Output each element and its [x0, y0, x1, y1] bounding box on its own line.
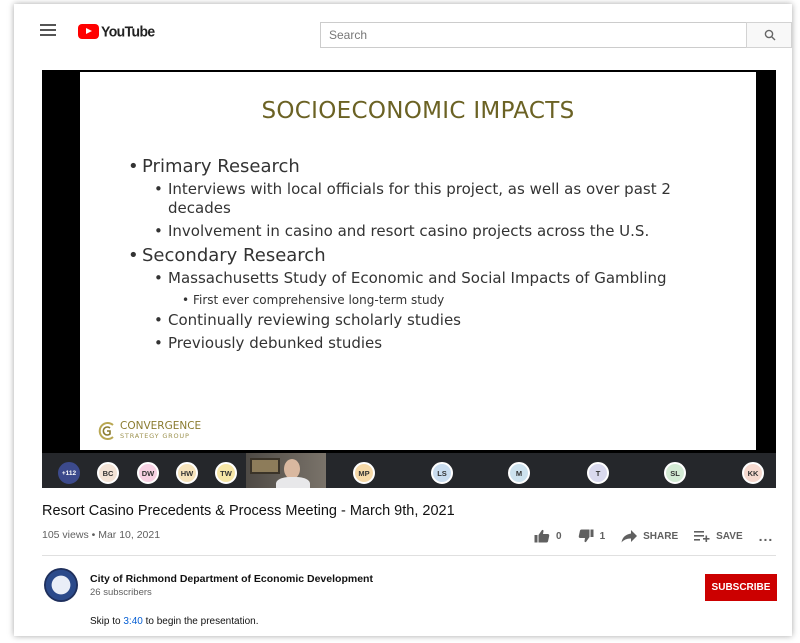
like-button[interactable]: 0 [534, 529, 562, 543]
slide-bullet-level1: • Secondary Research [128, 245, 738, 266]
bullet-text: Previously debunked studies [168, 334, 383, 352]
participant-strip: +112 BC DW HW TW MP LS M T SL KK [42, 453, 776, 488]
slide-bullet-level1: • Primary Research [128, 156, 738, 177]
slide-bullet-level3: • First ever comprehensive long-term stud… [128, 292, 738, 308]
share-label: SHARE [643, 530, 679, 542]
dislike-button[interactable]: 1 [578, 529, 606, 543]
thumbs-down-icon [578, 529, 594, 543]
youtube-logo[interactable]: YouTube [78, 22, 155, 40]
participant-avatar[interactable]: M [508, 462, 530, 484]
bullet-dot: • [154, 311, 163, 329]
search-button[interactable] [746, 22, 792, 48]
like-count: 0 [556, 530, 562, 542]
participant-avatar[interactable]: BC [97, 462, 119, 484]
participant-avatar[interactable]: LS [431, 462, 453, 484]
video-title: Resort Casino Precedents & Process Meeti… [42, 503, 455, 519]
presentation-slide: SOCIOECONOMIC IMPACTS • Primary Research •… [80, 72, 756, 450]
slide-bullet-level2: • Involvement in casino and resort casino… [128, 222, 738, 241]
add-to-playlist-icon [694, 531, 710, 542]
play-logo-icon [78, 23, 99, 39]
brand-line1: CONVERGENCE [120, 420, 202, 432]
more-actions-button[interactable]: ... [759, 528, 774, 544]
bullet-text: Primary Research [142, 156, 300, 177]
browser-page: YouTube SOCIOECONOMIC IMPACTS •Primary R… [14, 4, 792, 636]
description-prefix: Skip to [90, 616, 124, 627]
video-player[interactable]: SOCIOECONOMIC IMPACTS • Primary Research •… [42, 70, 776, 488]
video-actions: 0 1 SHARE SAVE ... [534, 528, 773, 544]
participant-avatar[interactable]: T [587, 462, 609, 484]
channel-name[interactable]: City of Richmond Department of Economic … [90, 573, 373, 585]
share-arrow-icon [621, 529, 638, 542]
bullet-text: Secondary Research [142, 245, 326, 266]
top-bar: YouTube [14, 4, 792, 56]
slide-bullet-level2: • Interviews with local officials for thi… [128, 180, 738, 218]
hamburger-menu-icon[interactable] [40, 24, 56, 36]
bullet-dot: • [154, 222, 163, 240]
convergence-mark-icon [98, 422, 114, 440]
timestamp-link[interactable]: 3:40 [123, 616, 142, 627]
participant-avatar[interactable]: SL [664, 462, 686, 484]
bullet-text: First ever comprehensive long-term study [193, 293, 445, 307]
participant-avatar[interactable]: MP [353, 462, 375, 484]
divider [42, 555, 776, 556]
subscriber-count: 26 subscribers [90, 587, 152, 598]
bullet-dot: • [154, 334, 163, 352]
save-button[interactable]: SAVE [694, 530, 743, 542]
search-input[interactable] [321, 23, 746, 47]
bullet-dot: • [128, 156, 139, 177]
share-button[interactable]: SHARE [621, 529, 679, 543]
thumbs-up-icon [534, 529, 550, 543]
logo-text: YouTube [101, 22, 155, 40]
convergence-logo: CONVERGENCE STRATEGY GROUP [96, 420, 201, 442]
dislike-count: 1 [599, 530, 606, 542]
channel-avatar[interactable] [44, 568, 78, 602]
description-suffix: to begin the presentation. [142, 616, 259, 627]
bullet-text: Involvement in casino and resort casino … [168, 222, 650, 240]
bullet-text: Massachusetts Study of Economic and Soci… [168, 269, 667, 287]
brand-line2: STRATEGY GROUP [120, 432, 190, 440]
slide-bullets: • Primary Research • Interviews with local … [128, 156, 738, 357]
bullet-dot: • [128, 245, 139, 266]
participant-avatar[interactable]: DW [137, 462, 159, 484]
slide-bullet-level2: • Continually reviewing scholarly studies [128, 311, 738, 330]
save-label: SAVE [716, 530, 743, 542]
bullet-text: Interviews with local officials for this… [168, 180, 671, 217]
bullet-text: Continually reviewing scholarly studies [168, 311, 461, 329]
bullet-dot: • [154, 180, 163, 198]
speaker-video-thumbnail[interactable] [246, 453, 326, 488]
video-description: Skip to 3:40 to begin the presentation. [90, 616, 258, 627]
subscribe-button[interactable]: SUBSCRIBE [705, 574, 777, 601]
participant-avatar[interactable]: +112 [58, 462, 80, 484]
search-icon [764, 29, 776, 41]
slide-title: SOCIOECONOMIC IMPACTS [261, 98, 575, 124]
search-box [320, 22, 746, 48]
participant-avatar[interactable]: HW [176, 462, 198, 484]
video-meta: 105 views • Mar 10, 2021 [42, 529, 161, 541]
participant-avatar[interactable]: KK [742, 462, 764, 484]
bullet-dot: • [154, 269, 163, 287]
brand-name: CONVERGENCE STRATEGY GROUP [120, 421, 201, 441]
slide-bullet-level2: • Previously debunked studies [128, 334, 738, 353]
slide-bullet-level2: • Massachusetts Study of Economic and Soc… [128, 269, 738, 288]
bullet-dot: • [182, 293, 190, 307]
participant-avatar[interactable]: TW [215, 462, 237, 484]
